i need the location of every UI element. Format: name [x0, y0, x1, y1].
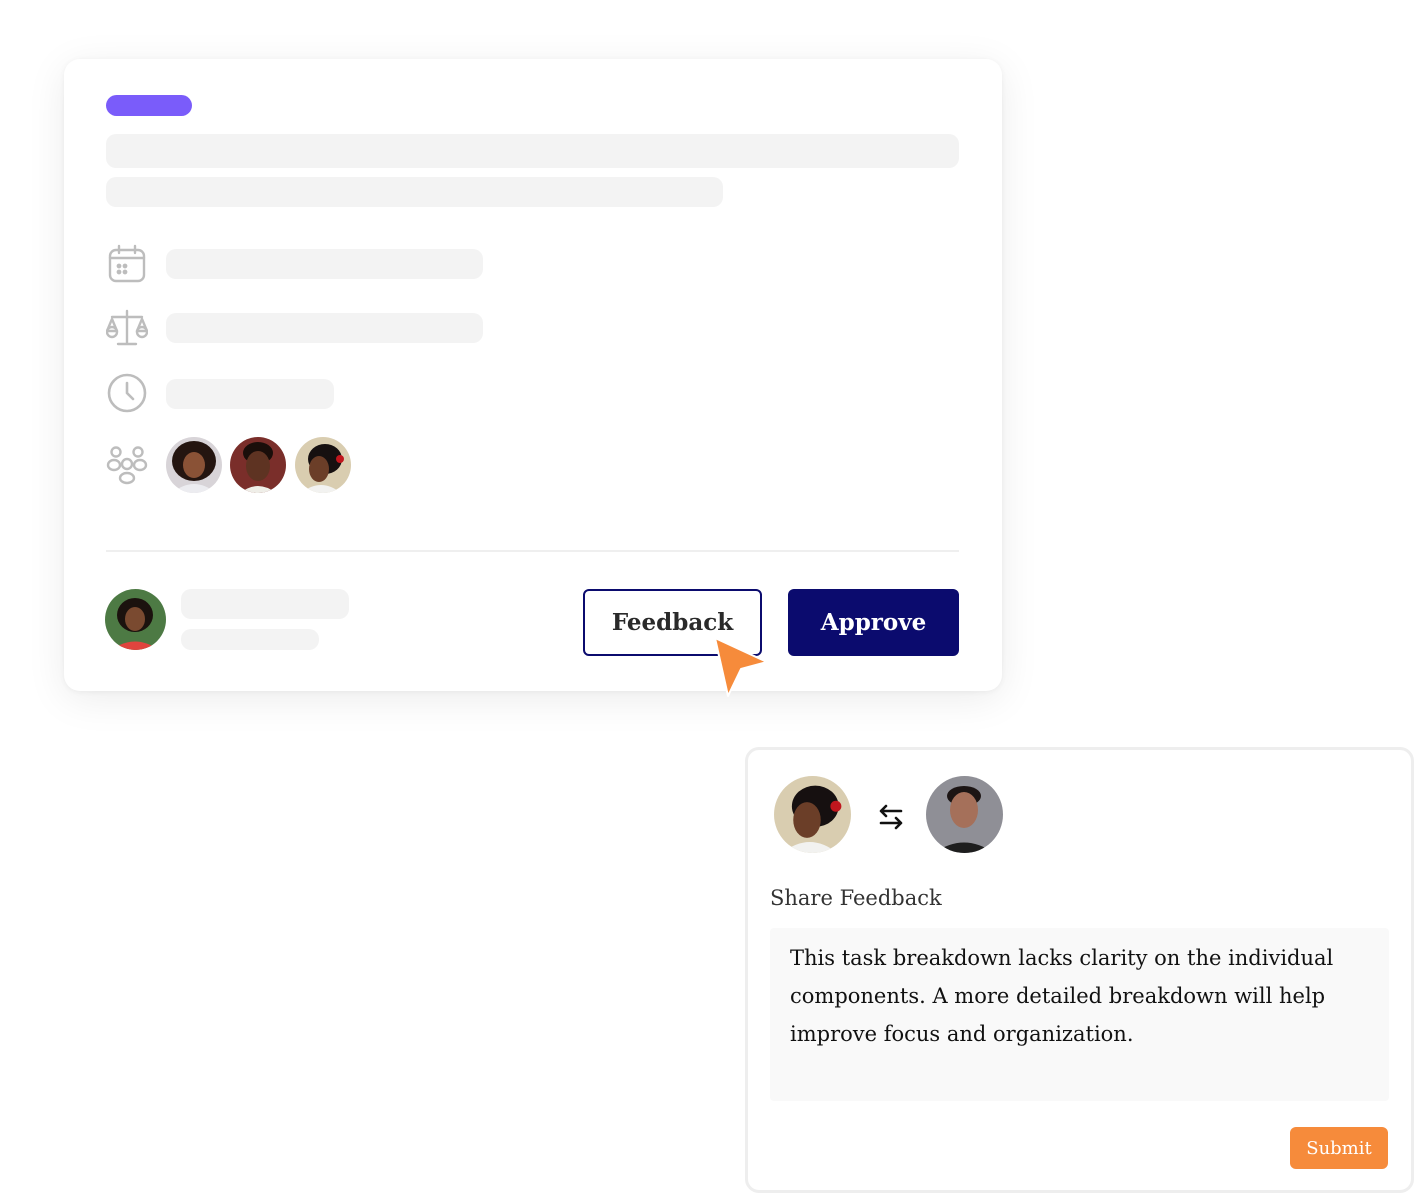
time-placeholder	[166, 379, 334, 409]
title-placeholder	[106, 134, 959, 168]
date-placeholder	[166, 249, 483, 279]
share-feedback-label: Share Feedback	[770, 886, 942, 910]
feedback-textarea[interactable]: This task breakdown lacks clarity on the…	[770, 928, 1389, 1101]
clock-icon	[106, 372, 148, 414]
feedback-panel: Share Feedback This task breakdown lacks…	[745, 747, 1414, 1193]
assignee-avatar-3[interactable]	[295, 437, 351, 493]
approve-button[interactable]: Approve	[788, 589, 959, 656]
submit-button[interactable]: Submit	[1290, 1127, 1388, 1169]
pointer-cursor-icon	[712, 636, 770, 698]
category-tag	[106, 95, 192, 116]
author-meta-placeholder	[181, 629, 319, 650]
swap-arrows-icon	[876, 802, 906, 832]
calendar-icon	[106, 243, 148, 285]
scale-icon	[106, 307, 148, 349]
author-avatar[interactable]	[105, 589, 166, 650]
author-name-placeholder	[181, 589, 349, 619]
assignee-avatar-1[interactable]	[166, 437, 222, 493]
sender-avatar	[774, 776, 851, 853]
task-card: Feedback Approve	[64, 59, 1002, 691]
card-divider	[106, 550, 959, 552]
weight-placeholder	[166, 313, 483, 343]
recipient-avatar	[926, 776, 1003, 853]
team-icon	[106, 444, 148, 486]
subtitle-placeholder	[106, 177, 723, 207]
assignee-avatar-2[interactable]	[230, 437, 286, 493]
